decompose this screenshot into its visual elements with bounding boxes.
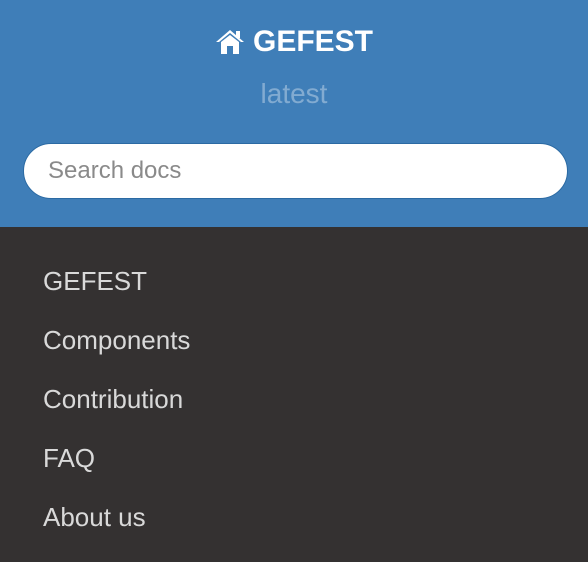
menu-item-components[interactable]: Components — [0, 311, 588, 370]
version-label: latest — [260, 78, 328, 109]
sidebar-header: GEFEST latest — [0, 0, 588, 227]
home-link[interactable]: GEFEST — [0, 22, 588, 62]
brand-title: GEFEST — [252, 25, 373, 58]
home-icon — [215, 28, 245, 56]
menu-item-contribution[interactable]: Contribution — [0, 370, 588, 429]
search-input[interactable] — [23, 143, 568, 199]
menu-item-faq[interactable]: FAQ — [0, 429, 588, 488]
menu-item-gefest[interactable]: GEFEST — [0, 252, 588, 311]
menu-item-about-us[interactable]: About us — [0, 488, 588, 547]
sidebar-menu: GEFEST Components Contribution FAQ About… — [0, 252, 588, 547]
